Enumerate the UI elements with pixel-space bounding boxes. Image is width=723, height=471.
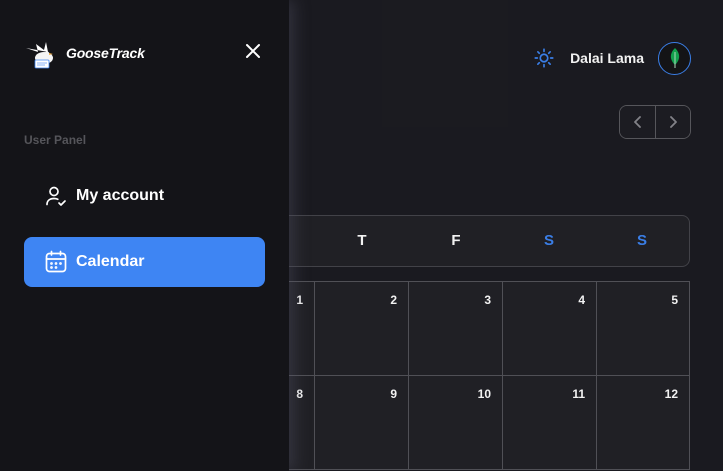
sidebar: GooseTrack User Panel My account Calenda… <box>0 0 289 471</box>
close-sidebar-button[interactable] <box>243 41 263 61</box>
sidebar-item-calendar[interactable]: Calendar <box>24 237 265 287</box>
app-logo: GooseTrack <box>24 36 145 70</box>
sidebar-item-label: Calendar <box>76 253 145 270</box>
user-check-icon <box>44 184 68 208</box>
goose-logo-icon <box>26 42 53 69</box>
panel-title: User Panel <box>24 133 87 147</box>
app-name: GooseTrack <box>66 45 145 61</box>
calendar-icon <box>44 250 68 274</box>
close-icon <box>246 44 260 58</box>
sidebar-item-label: My account <box>76 187 165 204</box>
sidebar-item-my-account[interactable]: My account <box>24 171 265 221</box>
backdrop-overlay[interactable] <box>289 0 723 471</box>
